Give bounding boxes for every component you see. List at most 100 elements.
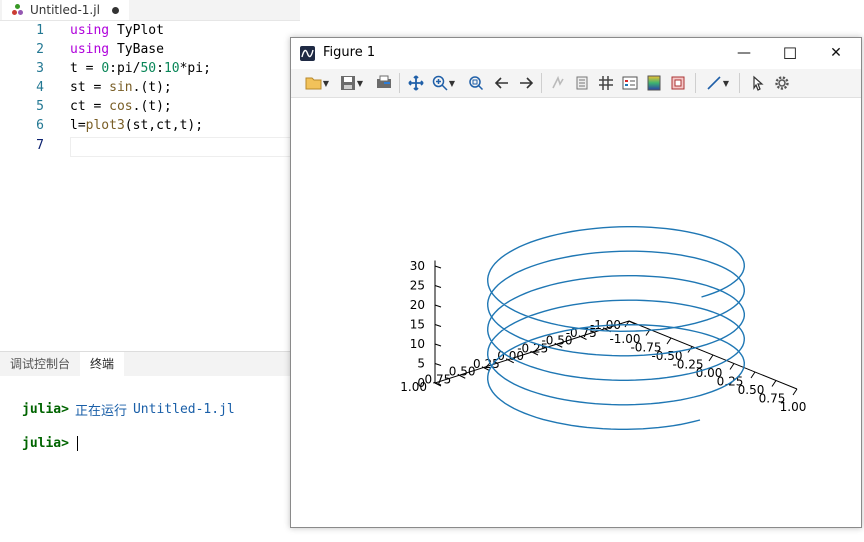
unsaved-dot-icon[interactable] [111, 6, 119, 14]
running-text: 正在运行 [74, 403, 127, 419]
code-line-2: 2 using TyBase [0, 40, 300, 59]
y-tick [708, 354, 714, 362]
back-icon[interactable] [491, 72, 513, 94]
x-tick-label: 0.25 [473, 357, 500, 371]
code-line-5: 5 ct = cos.(t); [0, 97, 300, 116]
z-tick-label: 5 [417, 357, 425, 371]
toolbar-separator [739, 73, 740, 93]
panel-tabs: 调试控制台 终端 [0, 352, 300, 376]
julia-prompt: julia> [22, 435, 69, 451]
line-style-dropdown-icon[interactable]: ▼ [721, 72, 731, 94]
z-tick-label: 30 [410, 259, 425, 273]
code-text: : [156, 61, 164, 76]
forward-icon[interactable] [515, 72, 537, 94]
function-name: plot3 [85, 118, 125, 133]
function-name: sin [109, 80, 133, 95]
current-line-highlight [70, 137, 302, 157]
z-tick [434, 363, 442, 366]
function-name: cos [109, 99, 133, 114]
grid-icon[interactable] [595, 72, 617, 94]
maximize-button[interactable]: ☐ [767, 38, 813, 68]
tab-untitled-1[interactable]: Untitled-1.jl [2, 0, 129, 20]
code-line-4: 4 st = sin.(t); [0, 78, 300, 97]
toolbar-separator [399, 73, 400, 93]
code-line-3: 3 t = 0:pi/50:10*pi; [0, 59, 300, 78]
y-tick [750, 371, 756, 379]
line-number: 2 [36, 42, 44, 57]
code-editor[interactable]: 1 using TyPlot 2 using TyBase 3 t = 0:pi… [0, 20, 302, 350]
code-line-6: 6 l=plot3(st,ct,t); [0, 116, 300, 135]
pan-icon[interactable] [405, 72, 427, 94]
figure-toolbar: ▼ ▼ ▼ ▼ [291, 69, 861, 98]
figure-window[interactable]: Figure 1 — ☐ ✕ ▼ ▼ ▼ ▼ 30 25 20 15 10 5 … [290, 37, 862, 528]
code-text: *pi; [179, 61, 211, 76]
running-file: Untitled-1.jl [132, 401, 235, 417]
line-number: 1 [36, 23, 44, 38]
y-tick [771, 380, 777, 387]
figure-app-icon [300, 46, 315, 61]
z-tick [434, 343, 442, 347]
top-pane [435, 175, 797, 306]
z-tick [434, 265, 442, 269]
x-tick [628, 320, 636, 325]
z-tick-label: 20 [410, 298, 425, 312]
figure-title: Figure 1 [323, 45, 376, 60]
toolbar-separator [541, 73, 542, 93]
export-icon[interactable] [373, 72, 395, 94]
code-text: st = [70, 80, 110, 95]
save-dropdown-icon[interactable]: ▼ [355, 72, 365, 94]
code-line-1: 1 using TyPlot [0, 21, 300, 40]
code-text: :pi/ [109, 61, 141, 76]
y-tick-label: 1.00 [780, 400, 807, 414]
code-text: l= [70, 118, 86, 133]
terminal-line: julia> 正在运行 Untitled-1.jl [22, 392, 235, 426]
tab-label: Untitled-1.jl [30, 3, 100, 17]
y-tick [666, 337, 672, 345]
number: 0 [101, 61, 110, 76]
colorbar-icon[interactable] [571, 72, 593, 94]
keyword: using [70, 42, 110, 57]
helix-plot: 3025201510501.000.750.500.250.00-0.25-0.… [400, 175, 807, 430]
z-tick-label: 10 [410, 337, 425, 351]
settings-icon[interactable] [771, 72, 793, 94]
code-text: .(t); [132, 80, 172, 95]
line-number: 4 [36, 80, 44, 95]
open-dropdown-icon[interactable]: ▼ [321, 72, 331, 94]
z-tick-label: 15 [410, 318, 425, 332]
legend-icon[interactable] [619, 72, 641, 94]
code-text: TyBase [109, 42, 164, 57]
zoom-dropdown-icon[interactable]: ▼ [447, 72, 457, 94]
number: 50 [140, 61, 157, 76]
brush-icon[interactable] [547, 72, 569, 94]
close-button[interactable]: ✕ [813, 38, 859, 68]
line-number: 3 [36, 61, 44, 76]
plot-canvas[interactable]: 30 25 20 15 10 5 0 1.00 0.75 0.50 0.25 0.00 -0.25 -0.… [291, 98, 861, 527]
code-text: TyPlot [109, 23, 164, 38]
editor-tab-bar: Untitled-1.jl [0, 0, 300, 21]
zoom-fit-icon[interactable] [465, 72, 487, 94]
z-tick [434, 285, 442, 288]
z-tick-label: 25 [410, 279, 425, 293]
terminal[interactable]: julia> 正在运行 Untitled-1.jl julia> [22, 392, 235, 460]
x-tick-label: 0.75 [425, 372, 452, 386]
tab-debug-console[interactable]: 调试控制台 [0, 352, 80, 376]
code-text: .(t); [132, 99, 172, 114]
text-cursor [76, 435, 78, 451]
pointer-icon[interactable] [747, 72, 769, 94]
line-number: 7 [36, 138, 44, 153]
colormap-icon[interactable] [643, 72, 665, 94]
x-tick-label: 1.00 [400, 380, 427, 394]
box-icon[interactable] [667, 72, 689, 94]
toolbar-separator [695, 73, 696, 93]
y-tick [729, 363, 735, 370]
number: 10 [163, 61, 180, 76]
figure-titlebar[interactable]: Figure 1 — ☐ ✕ [291, 38, 861, 68]
y-tick [792, 388, 798, 396]
bottom-panel: 调试控制台 终端 julia> 正在运行 Untitled-1.jl julia… [0, 351, 300, 542]
line-number: 6 [36, 118, 44, 133]
code-text: t = [70, 61, 102, 76]
code-text: (st,ct,t); [124, 118, 204, 133]
tab-terminal[interactable]: 终端 [80, 352, 125, 376]
line-number: 5 [36, 99, 44, 114]
minimize-button[interactable]: — [721, 38, 767, 68]
